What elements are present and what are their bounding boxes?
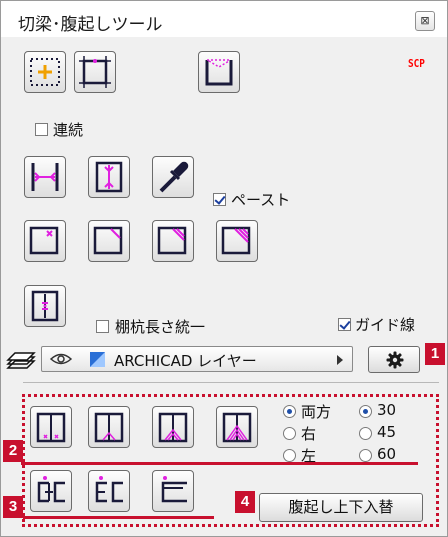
pile-icon xyxy=(31,290,59,322)
corner-diagonal-2-icon xyxy=(157,226,187,255)
waler-type-4-button[interactable] xyxy=(216,406,258,448)
annotation-line-3 xyxy=(23,516,214,519)
layer-name: ARCHICAD レイヤー xyxy=(114,352,257,370)
waler-type-1-button[interactable] xyxy=(30,406,72,448)
vertical-strut-icon xyxy=(95,161,123,193)
top-hatch-button[interactable] xyxy=(198,51,240,93)
horizontal-strut-button[interactable] xyxy=(24,156,66,198)
annotation-badge-1: 1 xyxy=(425,343,445,365)
continuous-checkbox[interactable] xyxy=(35,123,48,136)
top-hatch-frame-icon xyxy=(205,59,233,86)
angle-60-label: 60 xyxy=(377,445,397,463)
waler-type-4-icon xyxy=(222,412,252,443)
angle-60-radio[interactable] xyxy=(359,449,372,462)
bracket-type-1-icon xyxy=(37,476,65,503)
corner-diagonal-1-button[interactable] xyxy=(88,220,130,262)
add-area-button[interactable] xyxy=(24,51,66,93)
dotted-add-icon xyxy=(30,58,60,86)
angle-45-label: 45 xyxy=(377,423,397,441)
guide-line-label: ガイド線 xyxy=(355,316,416,334)
corner-x-icon xyxy=(29,226,59,255)
corner-diagonal-1-icon xyxy=(93,226,123,255)
waler-type-2-button[interactable] xyxy=(88,406,130,448)
bracket-type-2-button[interactable] xyxy=(88,470,130,512)
paste-checkbox[interactable] xyxy=(213,193,226,206)
eyedropper-icon xyxy=(159,161,189,193)
layer-color-icon xyxy=(90,352,105,367)
eyedropper-button[interactable] xyxy=(152,156,194,198)
frame-corners-button[interactable] xyxy=(74,51,116,93)
corner-diagonal-2-button[interactable] xyxy=(152,220,194,262)
settings-button[interactable] xyxy=(368,346,420,373)
frame-corners-icon xyxy=(79,56,111,88)
annotation-badge-3: 3 xyxy=(3,496,23,518)
side-right-radio[interactable] xyxy=(283,427,296,440)
annotation-badge-2: 2 xyxy=(3,440,23,462)
paste-label: ペースト xyxy=(231,191,291,209)
waler-type-2-icon xyxy=(94,412,124,443)
annotation-line-2 xyxy=(21,462,418,465)
corner-diagonal-3-icon xyxy=(221,226,251,255)
side-both-label: 両方 xyxy=(301,403,332,421)
angle-45-radio[interactable] xyxy=(359,427,372,440)
waler-type-3-button[interactable] xyxy=(152,406,194,448)
bracket-type-1-button[interactable] xyxy=(30,470,72,512)
bracket-type-3-icon xyxy=(161,476,187,503)
vertical-strut-button[interactable] xyxy=(88,156,130,198)
scp-label: SCP xyxy=(408,57,425,70)
continuous-label: 連続 xyxy=(53,121,84,139)
horizontal-strut-icon xyxy=(31,163,59,191)
angle-30-radio[interactable] xyxy=(359,405,372,418)
angle-30-label: 30 xyxy=(377,401,397,419)
corner-x-button[interactable] xyxy=(24,220,66,262)
guide-line-checkbox[interactable] xyxy=(338,318,351,331)
swap-waler-button[interactable]: 腹起し上下入替 xyxy=(259,493,423,522)
unify-length-label: 棚杭長さ統一 xyxy=(115,318,206,336)
side-both-radio[interactable] xyxy=(283,405,296,418)
annotation-badge-4: 4 xyxy=(235,491,255,513)
side-right-label: 右 xyxy=(301,425,317,443)
bracket-type-3-button[interactable] xyxy=(152,470,194,512)
gear-icon xyxy=(386,351,404,369)
unify-length-checkbox[interactable] xyxy=(96,320,109,333)
bracket-type-2-icon xyxy=(95,476,123,503)
corner-diagonal-3-button[interactable] xyxy=(216,220,258,262)
waler-type-1-icon xyxy=(36,412,66,443)
separator xyxy=(23,382,439,383)
title-bar: 切梁･腹起しツール ⊠ xyxy=(1,1,447,37)
eye-icon xyxy=(50,353,72,365)
window-title: 切梁･腹起しツール xyxy=(18,15,163,35)
pile-button[interactable] xyxy=(24,285,66,327)
tool-palette: 切梁･腹起しツール ⊠ SCP 連続 ペースト 棚杭長さ統一 ガイド線 ARCH… xyxy=(0,0,448,537)
side-left-radio[interactable] xyxy=(283,449,296,462)
waler-type-3-icon xyxy=(158,412,188,443)
layer-menu-arrow-icon xyxy=(337,355,343,365)
close-button[interactable]: ⊠ xyxy=(415,11,435,31)
layers-icon xyxy=(6,352,36,369)
layer-selector[interactable]: ARCHICAD レイヤー xyxy=(41,346,353,372)
